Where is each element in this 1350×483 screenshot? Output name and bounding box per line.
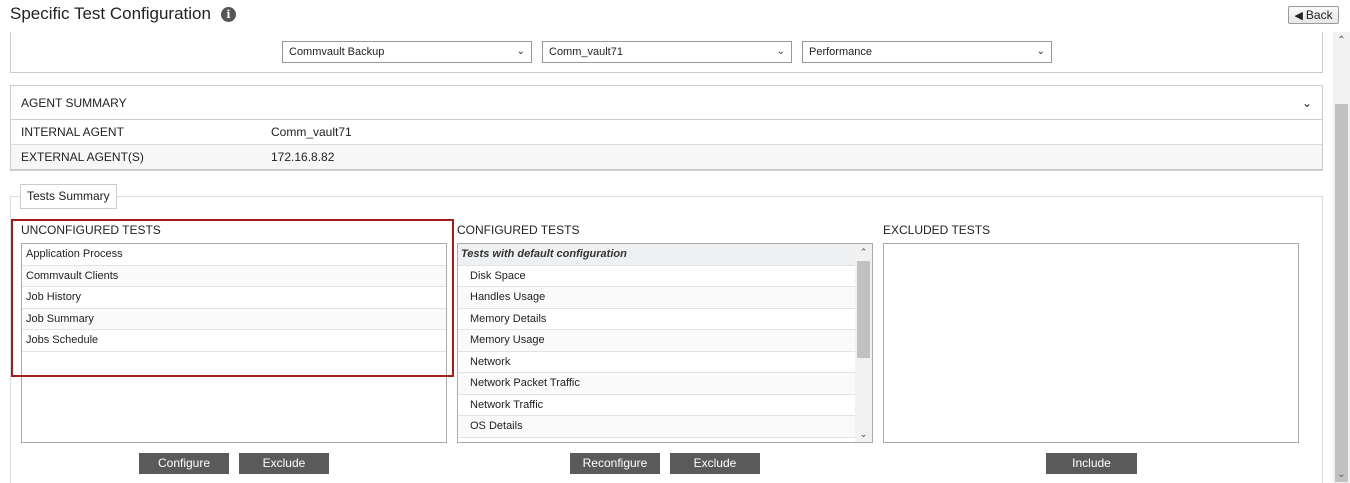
- back-arrow-icon: ◀: [1294, 9, 1303, 22]
- chevron-up-icon[interactable]: ⌃: [855, 244, 872, 260]
- page-title: Specific Test Configuration: [10, 4, 211, 23]
- list-group-header: Tests with default configuration: [458, 244, 856, 266]
- configure-button[interactable]: Configure: [139, 453, 229, 474]
- configured-list-scrollbar[interactable]: ⌃ ⌄: [855, 244, 872, 442]
- agent-row-internal: INTERNAL AGENT Comm_vault71: [11, 120, 1322, 145]
- list-item[interactable]: Job History: [22, 287, 446, 309]
- list-item[interactable]: Disk Space: [458, 266, 856, 287]
- include-button[interactable]: Include: [1046, 453, 1137, 474]
- list-item[interactable]: Jobs Schedule: [22, 330, 446, 352]
- list-item[interactable]: OS Details: [458, 416, 856, 438]
- configured-tests-list[interactable]: Tests with default configuration Disk Sp…: [457, 243, 873, 443]
- back-button-label: Back: [1305, 8, 1333, 22]
- agent-row-value: Comm_vault71: [271, 125, 352, 139]
- chevron-down-icon: ⌄: [1036, 46, 1045, 57]
- chevron-down-icon[interactable]: ⌄: [1333, 466, 1350, 483]
- test-type-value: Performance: [809, 46, 872, 58]
- scrollbar-thumb[interactable]: [1335, 104, 1348, 482]
- agent-row-label: EXTERNAL AGENT(S): [21, 150, 144, 164]
- list-item[interactable]: Network: [458, 352, 856, 373]
- chevron-down-icon[interactable]: ⌄: [1302, 86, 1312, 120]
- excluded-tests-list[interactable]: [883, 243, 1299, 443]
- agent-row-value: 172.16.8.82: [271, 150, 335, 164]
- content-scroll-area: Commvault Backup ⌄ Comm_vault71 ⌄ Perfor…: [0, 32, 1332, 483]
- configured-tests-title: CONFIGURED TESTS: [457, 223, 580, 237]
- chevron-down-icon[interactable]: ⌄: [855, 426, 872, 442]
- list-item[interactable]: Network Traffic: [458, 395, 856, 416]
- unconfigured-tests-list[interactable]: Application Process Commvault Clients Jo…: [21, 243, 447, 443]
- test-config-panel: Commvault Backup ⌄ Comm_vault71 ⌄ Perfor…: [10, 32, 1323, 73]
- exclude-unconfigured-button[interactable]: Exclude: [239, 453, 329, 474]
- component-value: Comm_vault71: [549, 46, 623, 58]
- chevron-down-icon: ⌄: [776, 46, 785, 57]
- back-button[interactable]: ◀ Back: [1288, 6, 1339, 24]
- component-type-select[interactable]: Commvault Backup ⌄: [282, 41, 532, 63]
- tests-summary-tab: Tests Summary: [20, 184, 117, 209]
- component-select[interactable]: Comm_vault71 ⌄: [542, 41, 792, 63]
- excluded-tests-title: EXCLUDED TESTS: [883, 223, 991, 237]
- list-item[interactable]: Commvault Clients: [22, 265, 446, 287]
- agent-summary-header[interactable]: AGENT SUMMARY ⌄: [11, 86, 1322, 120]
- reconfigure-button[interactable]: Reconfigure: [570, 453, 660, 474]
- page-header: Specific Test Configuration i ◀ Back: [0, 0, 1350, 32]
- agent-row-label: INTERNAL AGENT: [21, 125, 124, 139]
- unconfigured-tests-title: UNCONFIGURED TESTS: [21, 223, 161, 237]
- list-item[interactable]: Memory Details: [458, 309, 856, 330]
- list-item[interactable]: Application Process: [22, 244, 446, 266]
- component-type-value: Commvault Backup: [289, 46, 385, 58]
- exclude-configured-button[interactable]: Exclude: [670, 453, 760, 474]
- agent-summary-title: AGENT SUMMARY: [21, 96, 127, 110]
- page-scrollbar[interactable]: ⌃ ⌄: [1333, 32, 1350, 483]
- chevron-up-icon[interactable]: ⌃: [1333, 32, 1350, 49]
- agent-summary-panel: AGENT SUMMARY ⌄ INTERNAL AGENT Comm_vaul…: [10, 85, 1323, 171]
- test-type-select[interactable]: Performance ⌄: [802, 41, 1052, 63]
- agent-row-external: EXTERNAL AGENT(S) 172.16.8.82: [11, 145, 1322, 170]
- list-item[interactable]: Memory Usage: [458, 330, 856, 352]
- list-item[interactable]: Network Packet Traffic: [458, 373, 856, 395]
- list-item[interactable]: Job Summary: [22, 308, 446, 330]
- info-icon[interactable]: i: [221, 7, 236, 22]
- chevron-down-icon: ⌄: [516, 46, 525, 57]
- scrollbar-thumb[interactable]: [857, 261, 870, 358]
- list-item[interactable]: Handles Usage: [458, 287, 856, 309]
